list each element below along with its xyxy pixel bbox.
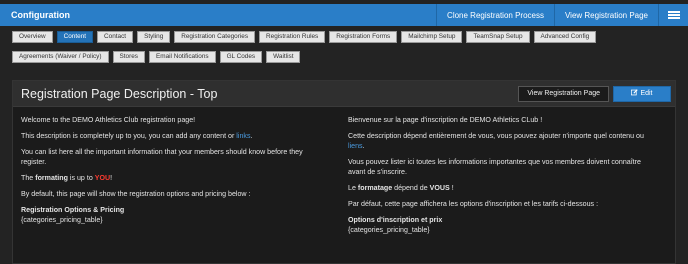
view-registration-page-button[interactable]: View Registration Page [553,4,658,26]
fr-pricing-placeholder: {categories_pricing_table} [348,226,430,234]
fr-description-line: Cette description dépend entièrement de … [348,132,644,150]
description-panel: Registration Page Description - Top View… [12,80,676,264]
fr-welcome: Bienvenue sur la page d'inscription de D… [348,116,543,124]
tab-advanced-config[interactable]: Advanced Config [533,31,597,43]
en-pricing-heading: Registration Options & Pricing [21,206,125,214]
en-description-line: This description is completely up to you… [21,132,253,140]
tab-content[interactable]: Content [56,31,94,43]
tab-mailchimp-setup[interactable]: Mailchimp Setup [401,31,463,43]
tab-gl-codes[interactable]: GL Codes [219,51,263,63]
hamburger-icon [667,11,680,19]
view-registration-page-panel-button[interactable]: View Registration Page [518,85,609,102]
en-links-link[interactable]: links [236,132,250,140]
fr-links-link[interactable]: liens [348,142,363,150]
edit-icon [631,88,639,95]
tab-overview[interactable]: Overview [12,31,53,43]
edit-button[interactable]: Edit [613,85,671,102]
en-default-line: By default, this page will show the regi… [21,190,251,198]
page-title: Configuration [11,10,70,20]
tab-contact[interactable]: Contact [97,31,134,43]
tab-bar: Overview Content Contact Styling Registr… [12,31,682,63]
fr-formatting-line: Le formatage dépend de VOUS ! [348,184,454,192]
fr-pricing-block: Options d'inscription et prix {categories… [348,215,651,235]
french-description: Bienvenue sur la page d'inscription de D… [344,115,667,241]
tab-stores[interactable]: Stores [112,51,145,63]
tab-registration-rules[interactable]: Registration Rules [259,31,326,43]
en-info-line: You can list here all the important info… [21,148,303,166]
top-bar: Configuration Clone Registration Process… [0,4,688,26]
panel-header: Registration Page Description - Top View… [13,81,675,107]
en-welcome: Welcome to the DEMO Athletics Club regis… [21,116,196,124]
tab-registration-forms[interactable]: Registration Forms [329,31,398,43]
tab-agreements[interactable]: Agreements (Waiver / Policy) [12,51,109,63]
en-formatting-line: The formating is up to YOU! [21,174,113,182]
tab-styling[interactable]: Styling [137,31,171,43]
clone-registration-button[interactable]: Clone Registration Process [436,4,554,26]
english-description: Welcome to the DEMO Athletics Club regis… [21,115,344,241]
tab-registration-categories[interactable]: Registration Categories [174,31,256,43]
tab-waitlist[interactable]: Waitlist [266,51,301,63]
menu-button[interactable] [658,4,688,26]
tab-teamsnap-setup[interactable]: TeamSnap Setup [466,31,530,43]
fr-default-line: Par défaut, cette page affichera les opt… [348,200,599,208]
edit-button-label: Edit [640,89,653,97]
en-pricing-placeholder: {categories_pricing_table} [21,216,103,224]
fr-info-line: Vous pouvez lister ici toutes les inform… [348,158,641,176]
en-pricing-block: Registration Options & Pricing {categorie… [21,205,328,225]
fr-pricing-heading: Options d'inscription et prix [348,216,443,224]
tab-email-notifications[interactable]: Email Notifications [149,51,216,63]
panel-title: Registration Page Description - Top [21,86,218,101]
